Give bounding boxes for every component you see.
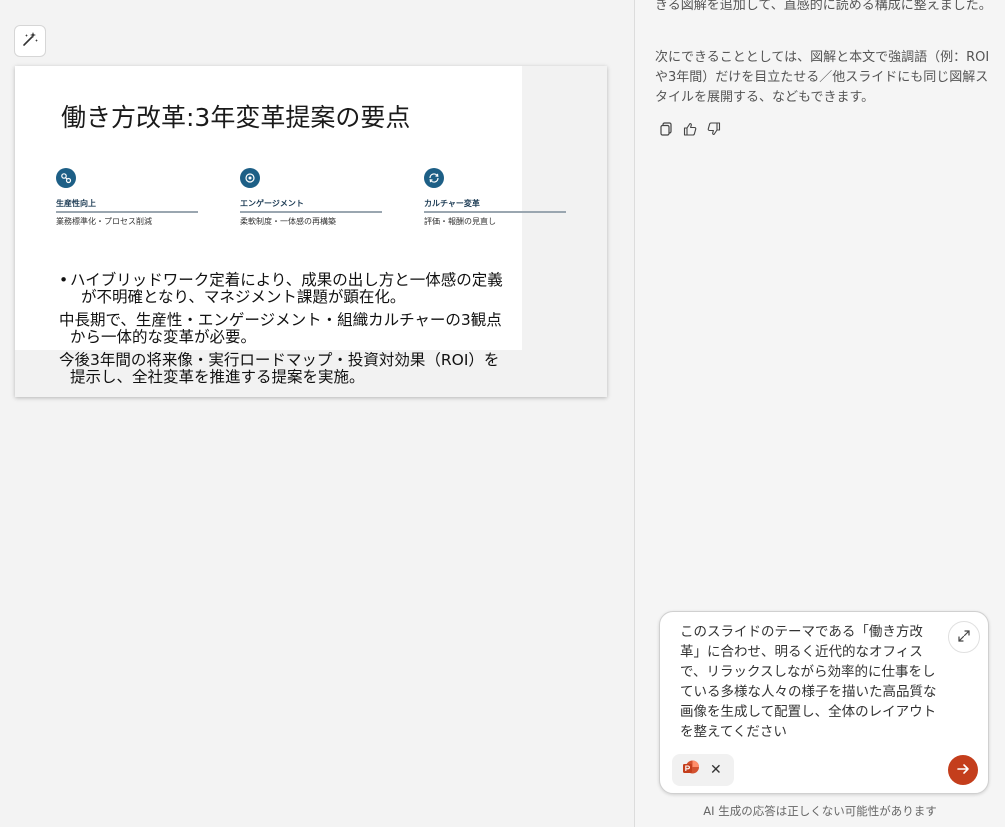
pillar-title: 生産性向上 [56,199,96,208]
powerpoint-icon [682,759,700,781]
thumbs-down-icon[interactable] [707,120,721,138]
pillar-culture[interactable]: カルチャー変革 評価・報酬の見直し [424,168,566,227]
assistant-message: きる図解を追加して、直感的に読める構成に整えました。 [655,0,992,13]
slide-canvas: 働き方改革:3年変革提案の要点 生産性向上 業務標準化・プロセス削減 エンゲージ… [0,0,634,827]
slide-body-text[interactable]: • ハイブリッドワーク定着により、成果の出し方と一体感の定義 が不明確となり、マ… [59,272,579,392]
arrow-right-icon [956,761,970,780]
bullet-item: • ハイブリッドワーク定着により、成果の出し方と一体感の定義 が不明確となり、マ… [59,272,579,306]
bullet-line: 今後3年間の将来像・実行ロードマップ・投資対効果（ROI）を [59,351,500,369]
slide-title[interactable]: 働き方改革:3年変革提案の要点 [61,98,410,134]
pillar-subtitle: 評価・報酬の見直し [424,217,496,226]
productivity-icon [56,168,76,188]
pillar-subtitle: 業務標準化・プロセス削減 [56,217,152,226]
culture-change-icon [424,168,444,188]
thumbs-up-icon[interactable] [683,120,697,138]
bullet-line: 提示し、全社変革を推進する提案を実施。 [70,368,365,386]
magic-wand-icon [21,30,39,52]
pillar-divider [240,211,382,213]
bullet-line: ハイブリッドワーク定着により、成果の出し方と一体感の定義 [70,271,503,289]
pillar-title: カルチャー変革 [424,199,480,208]
engagement-icon [240,168,260,188]
pillar-productivity[interactable]: 生産性向上 業務標準化・プロセス削減 [56,168,198,227]
pillar-divider [56,211,198,213]
send-button[interactable] [948,755,978,785]
pillar-title: エンゲージメント [240,199,304,208]
bullet-marker: • [59,271,69,289]
message-actions [659,120,721,138]
bullet-line: 中長期で、生産性・エンゲージメント・組織カルチャーの3観点 [59,311,502,329]
expand-icon [957,628,971,647]
pillar-divider [424,211,566,213]
attachment-chip[interactable]: ✕ [672,754,734,786]
pillar-subtitle: 柔軟制度・一体感の再構築 [240,217,336,226]
copilot-chat-panel: きる図解を追加して、直感的に読める構成に整えました。 次にできることとしては、図… [635,0,1005,827]
expand-composer-button[interactable] [948,621,980,653]
prompt-input[interactable]: このスライドのテーマである「働き方改革」に合わせ、明るく近代的なオフィスで、リラ… [680,622,938,742]
remove-attachment-icon[interactable]: ✕ [710,762,722,778]
bullet-line: が不明確となり、マネジメント課題が顕在化。 [81,288,406,306]
chat-composer[interactable]: このスライドのテーマである「働き方改革」に合わせ、明るく近代的なオフィスで、リラ… [659,611,989,794]
copy-icon[interactable] [659,120,673,138]
slide[interactable]: 働き方改革:3年変革提案の要点 生産性向上 業務標準化・プロセス削減 エンゲージ… [15,66,607,397]
pillar-engagement[interactable]: エンゲージメント 柔軟制度・一体感の再構築 [240,168,382,227]
bullet-item: 中長期で、生産性・エンゲージメント・組織カルチャーの3観点 から一体的な変革が必… [59,312,579,346]
ai-disclaimer: AI 生成の応答は正しくない可能性があります [703,804,937,818]
bullet-item: 今後3年間の将来像・実行ロードマップ・投資対効果（ROI）を 提示し、全社変革を… [59,352,579,386]
bullet-line: から一体的な変革が必要。 [70,328,257,346]
assistant-message: 次にできることとしては、図解と本文で強調語（例：ROIや3年間）だけを目立たせる… [655,50,990,105]
designer-magic-button[interactable] [14,25,46,57]
